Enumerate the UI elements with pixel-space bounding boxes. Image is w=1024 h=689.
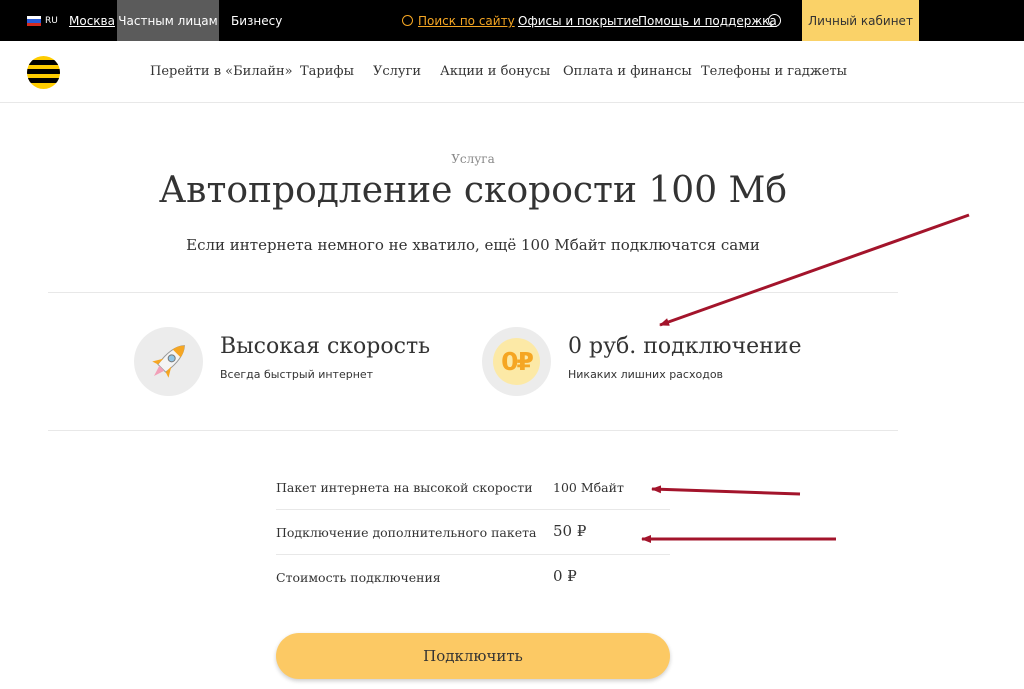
annotation-arrows (641, 213, 970, 543)
annotation-arrow (659, 213, 970, 327)
annotation-arrow (651, 485, 801, 496)
